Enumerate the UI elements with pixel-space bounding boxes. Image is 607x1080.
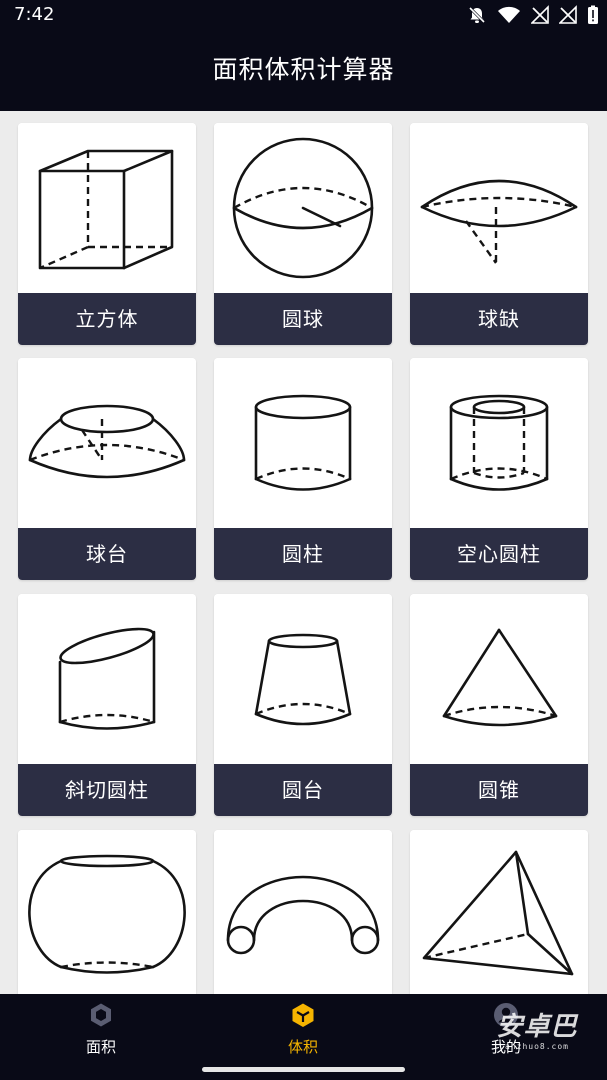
barrel-icon [28, 854, 186, 974]
page-title: 面积体积计算器 [212, 55, 395, 84]
shape-card-spherical-cap[interactable]: 球缺 [410, 123, 588, 345]
nav-item-area[interactable]: 面积 [41, 994, 161, 1064]
torus-icon [226, 875, 380, 955]
hexagon-icon [91, 1003, 111, 1027]
shape-card-torus[interactable] [214, 830, 392, 995]
shape-label: 斜切圆柱 [18, 764, 196, 816]
nav-item-volume[interactable]: 体积 [243, 994, 363, 1064]
shape-grid: 立方体 圆球 球缺 球台 圆柱 空心圆柱 斜切圆柱 圆台 圆锥 [0, 111, 607, 995]
shape-card-hollow-cylinder[interactable]: 空心圆柱 [410, 358, 588, 580]
spherical-cap-icon [420, 179, 578, 264]
shape-label: 圆台 [214, 764, 392, 816]
shape-card-cube[interactable]: 立方体 [18, 123, 196, 345]
sphere-icon [232, 137, 374, 279]
watermark: 安卓巴 anzhuo8.com [476, 1012, 598, 1072]
frustum-icon [254, 633, 352, 726]
cube-icon [38, 149, 174, 270]
signal-off-icon [531, 5, 549, 24]
tetrahedron-icon [422, 850, 574, 976]
wifi-icon [498, 6, 520, 23]
shape-card-spherical-segment[interactable]: 球台 [18, 358, 196, 580]
signal-off-icon-2 [559, 5, 577, 24]
notifications-off-icon [468, 6, 486, 24]
home-indicator[interactable] [202, 1067, 405, 1072]
shape-label: 立方体 [18, 293, 196, 345]
shape-card-oblique-cylinder[interactable]: 斜切圆柱 [18, 594, 196, 816]
nav-label-volume: 体积 [287, 1038, 318, 1056]
shape-label: 圆球 [214, 293, 392, 345]
shape-label: 圆锥 [410, 764, 588, 816]
spherical-segment-icon [28, 404, 186, 479]
status-bar: 7:42 [0, 0, 607, 31]
shape-label: 圆柱 [214, 528, 392, 580]
cone-icon [442, 628, 558, 727]
shape-card-barrel[interactable] [18, 830, 196, 995]
shape-card-cylinder[interactable]: 圆柱 [214, 358, 392, 580]
shape-label: 空心圆柱 [410, 528, 588, 580]
cube-box-icon [292, 1003, 314, 1027]
shape-card-frustum[interactable]: 圆台 [214, 594, 392, 816]
battery-alert-icon [588, 5, 598, 24]
hollow-cylinder-icon [449, 394, 549, 491]
shape-label: 球缺 [410, 293, 588, 345]
oblique-cut-cylinder-icon [58, 627, 156, 730]
status-icons [467, 4, 599, 26]
shape-card-tetrahedron[interactable] [410, 830, 588, 995]
shape-label: 球台 [18, 528, 196, 580]
status-time: 7:42 [14, 4, 55, 25]
cylinder-icon [254, 394, 352, 491]
nav-label-area: 面积 [85, 1038, 116, 1056]
watermark-sub: anzhuo8.com [505, 1042, 569, 1051]
shape-card-sphere[interactable]: 圆球 [214, 123, 392, 345]
watermark-main: 安卓巴 [496, 1012, 578, 1042]
shape-card-cone[interactable]: 圆锥 [410, 594, 588, 816]
app-bar: 面积体积计算器 [0, 31, 607, 111]
